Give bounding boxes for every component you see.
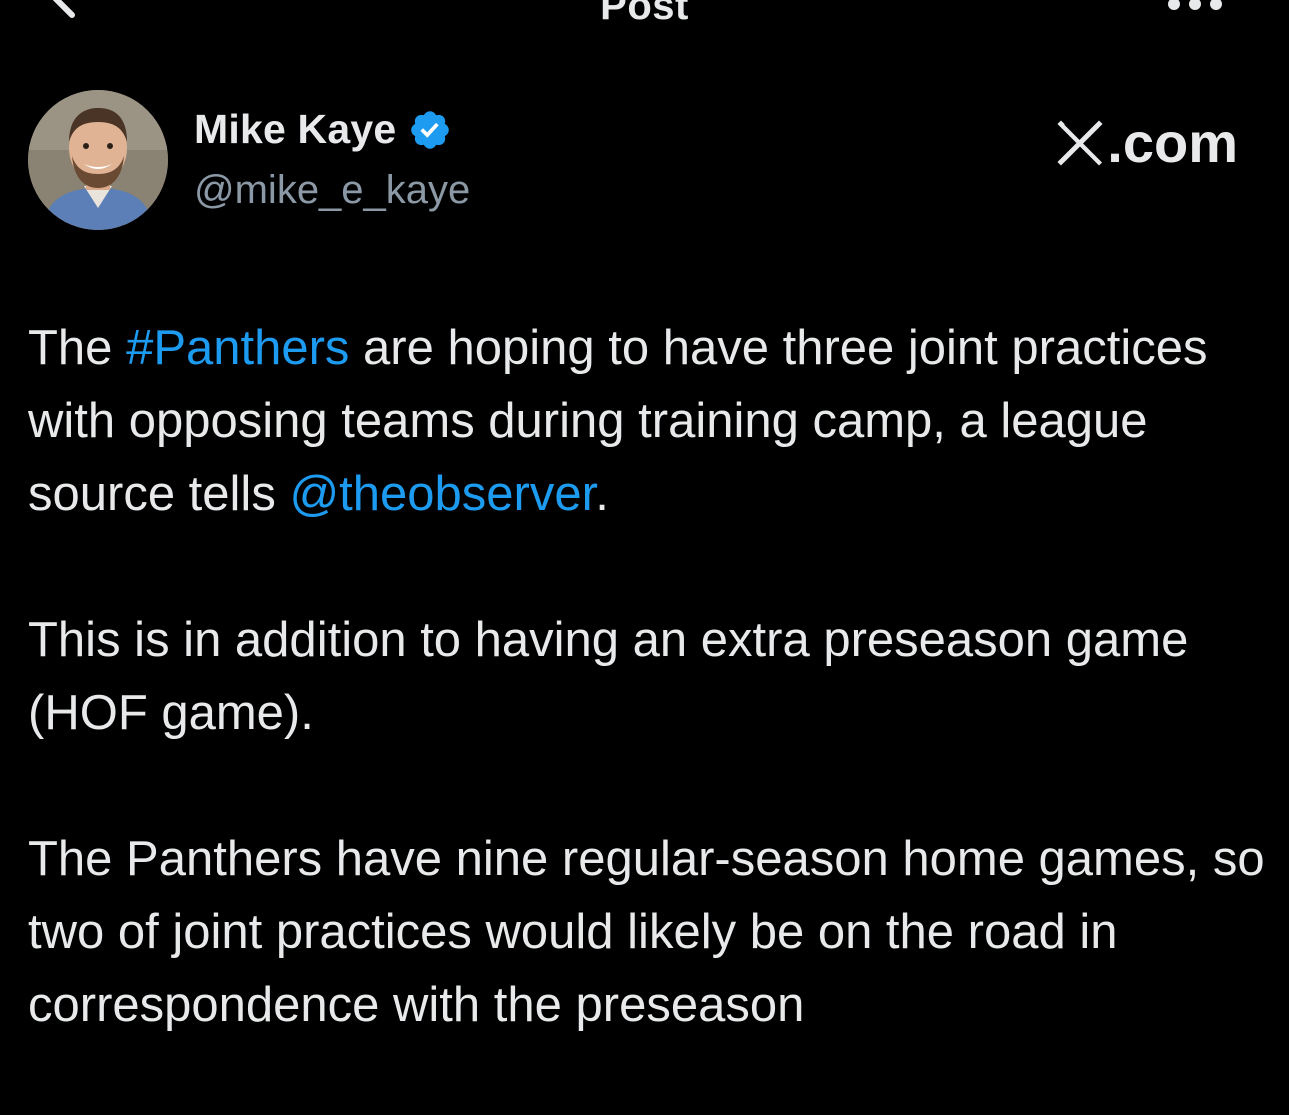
author-display-name: Mike Kaye [194,106,397,152]
post-text: The #Panthers are hoping to have three j… [28,312,1268,1115]
top-bar: Post [0,0,1289,30]
post-paragraph-3: The Panthers have nine regular-season ho… [28,832,1265,1032]
author-handle[interactable]: @mike_e_kaye [194,168,470,213]
text-segment: . [595,467,609,521]
avatar-photo [28,90,168,230]
hashtag-link[interactable]: #Panthers [126,321,349,375]
x-logo-icon [1057,119,1105,166]
author-name-row[interactable]: Mike Kaye [194,106,452,153]
post-paragraph-2: This is in addition to having an extra p… [28,613,1189,740]
brand-watermark: .com [1055,110,1238,175]
more-options-button[interactable] [1165,0,1225,10]
mention-link[interactable]: @theobserver [289,467,595,521]
post-header: Mike Kaye @mike_e_kaye .com [28,90,1258,232]
avatar[interactable] [28,90,168,230]
post-paragraph-1: The #Panthers are hoping to have three j… [28,312,1268,531]
page-title: Post [600,0,689,28]
verified-badge-icon [411,110,450,149]
brand-text: .com [1107,111,1238,174]
more-dots-icon [1168,0,1222,10]
text-segment: The [28,321,127,375]
